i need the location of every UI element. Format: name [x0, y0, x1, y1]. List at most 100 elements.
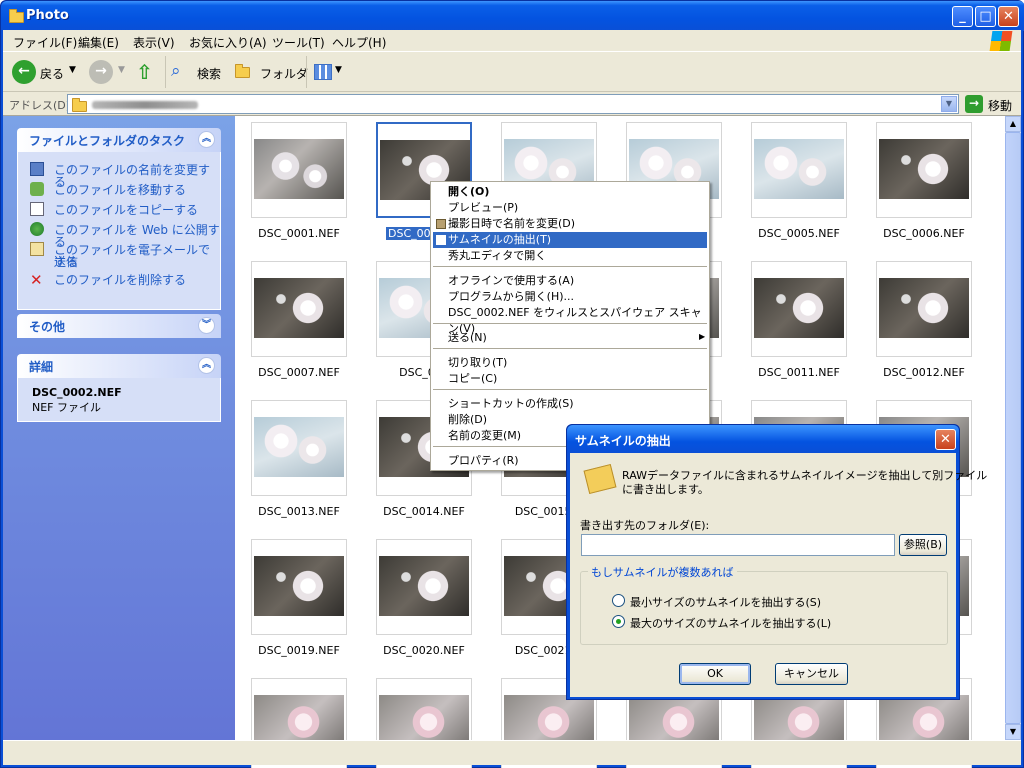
folder-input[interactable] — [581, 534, 895, 556]
thumbnail[interactable] — [251, 122, 347, 218]
details-panel-body: DSC_0002.NEF NEF ファイル — [17, 378, 221, 422]
menu-open-hidemaru[interactable]: 秀丸エディタで開く — [433, 248, 707, 264]
file-label[interactable]: DSC_0013.NEF — [239, 505, 359, 518]
thumbnail[interactable] — [751, 261, 847, 357]
search-icon[interactable]: ⌕ — [171, 61, 191, 81]
details-panel-header[interactable]: 詳細 ︽ — [17, 354, 221, 378]
file-label[interactable]: DSC_0020.NEF — [364, 644, 484, 657]
folders-button-label[interactable]: フォルダ — [260, 65, 308, 82]
menu-send-to[interactable]: 送る(N) — [433, 330, 707, 346]
dialog-title-bar[interactable]: サムネイルの抽出 ✕ — [567, 425, 959, 453]
photo-preview — [254, 417, 344, 477]
move-icon — [30, 182, 44, 196]
file-label[interactable]: DSC_0012.NEF — [864, 366, 984, 379]
scroll-thumb[interactable] — [1005, 132, 1021, 724]
menu-separator — [433, 389, 707, 390]
task-email[interactable]: このファイルを電子メールで送信 — [54, 244, 220, 268]
views-icon[interactable] — [314, 64, 332, 80]
status-bar — [3, 740, 1021, 765]
thumbnail[interactable] — [876, 122, 972, 218]
menu-edit[interactable]: 編集(E) — [78, 34, 119, 51]
tasks-panel: ファイルとフォルダのタスク ︽ このファイルの名前を変更する このファイルを移動す… — [17, 128, 221, 310]
file-label[interactable]: DSC_0007.NEF — [239, 366, 359, 379]
window-title: Photo — [26, 8, 69, 23]
up-folder-icon[interactable]: ⇧ — [136, 60, 156, 84]
thumbnail[interactable] — [751, 122, 847, 218]
task-email-cont[interactable]: する — [54, 256, 78, 268]
collapse-chevron-icon[interactable]: ︽ — [198, 357, 215, 374]
back-arrow-icon[interactable]: ← — [12, 60, 36, 84]
task-delete[interactable]: このファイルを削除する — [54, 274, 186, 286]
go-button-label[interactable]: 移動 — [988, 97, 1012, 114]
menu-favorites[interactable]: お気に入り(A) — [189, 34, 267, 51]
file-label[interactable]: DSC_0014.NEF — [364, 505, 484, 518]
file-label[interactable]: DSC_0001.NEF — [239, 227, 359, 240]
address-input[interactable]: ▼ — [67, 94, 959, 114]
menu-create-shortcut[interactable]: ショートカットの作成(S) — [433, 396, 707, 412]
folders-icon[interactable] — [235, 64, 250, 78]
file-label[interactable]: DSC_0006.NEF — [864, 227, 984, 240]
thumbnail[interactable] — [251, 400, 347, 496]
task-move[interactable]: このファイルを移動する — [54, 184, 186, 196]
radio-min-size[interactable] — [612, 594, 625, 607]
title-bar[interactable]: Photo _ □ ✕ — [1, 1, 1024, 31]
search-button-label[interactable]: 検索 — [197, 65, 221, 82]
file-label[interactable]: DSC_0019.NEF — [239, 644, 359, 657]
scroll-up-icon[interactable]: ▲ — [1005, 116, 1021, 132]
browse-button[interactable]: 参照(B) — [899, 534, 947, 556]
folder-label: 書き出す先のフォルダ(E): — [580, 519, 710, 532]
task-copy[interactable]: このファイルをコピーする — [54, 204, 198, 216]
menu-virus-scan[interactable]: DSC_0002.NEF をウィルスとスパイウェア スキャン(V) — [433, 305, 707, 335]
menu-extract-thumbnail[interactable]: サムネイルの抽出(T) — [433, 232, 707, 248]
scroll-down-icon[interactable]: ▼ — [1005, 724, 1021, 740]
file-label[interactable]: DSC_0011.NEF — [739, 366, 859, 379]
folder-icon — [9, 9, 24, 23]
thumbnail[interactable] — [376, 539, 472, 635]
menu-file[interactable]: ファイル(F) — [13, 34, 77, 51]
go-arrow-icon[interactable]: → — [965, 95, 983, 113]
menu-tools[interactable]: ツール(T) — [272, 34, 325, 51]
tasks-panel-header[interactable]: ファイルとフォルダのタスク ︽ — [17, 128, 221, 152]
menu-rename-by-date[interactable]: 撮影日時で名前を変更(D) — [433, 216, 707, 232]
tasks-panel-body: このファイルの名前を変更する このファイルを移動する このファイルをコピーする … — [17, 152, 221, 310]
menu-copy[interactable]: コピー(C) — [433, 371, 707, 387]
ok-button[interactable]: OK — [679, 663, 751, 685]
forward-arrow-icon[interactable]: → — [89, 60, 113, 84]
forward-dropdown-icon[interactable]: ▼ — [118, 65, 125, 75]
menu-preview[interactable]: プレビュー(P) — [433, 200, 707, 216]
address-bar: アドレス(D) ▼ → 移動 — [3, 92, 1021, 116]
email-icon — [30, 242, 44, 256]
radio-max-size-label[interactable]: 最大のサイズのサムネイルを抽出する(L) — [630, 615, 831, 631]
delete-x-icon: ✕ — [30, 271, 43, 289]
minimize-button[interactable]: _ — [952, 6, 973, 27]
radio-min-size-label[interactable]: 最小サイズのサムネイルを抽出する(S) — [630, 594, 821, 610]
photo-preview — [254, 278, 344, 338]
maximize-button[interactable]: □ — [975, 6, 996, 27]
photo-preview — [379, 556, 469, 616]
dialog-close-button[interactable]: ✕ — [935, 429, 956, 450]
cancel-button[interactable]: キャンセル — [775, 663, 848, 685]
thumbnail[interactable] — [876, 261, 972, 357]
back-button-label[interactable]: 戻る — [40, 65, 64, 82]
menu-help[interactable]: ヘルプ(H) — [332, 34, 386, 51]
address-dropdown-icon[interactable]: ▼ — [941, 96, 957, 112]
radio-max-size[interactable] — [612, 615, 625, 628]
other-panel-header[interactable]: その他 ︾ — [17, 314, 221, 338]
file-label[interactable]: DSC_0005.NEF — [739, 227, 859, 240]
menu-offline[interactable]: オフラインで使用する(A) — [433, 273, 707, 289]
expand-chevron-icon[interactable]: ︾ — [198, 317, 215, 334]
views-dropdown-icon[interactable]: ▼ — [335, 65, 342, 75]
dialog-body: RAWデータファイルに含まれるサムネイルイメージを抽出して別ファイル に書き出し… — [570, 453, 987, 697]
thumbnail[interactable] — [251, 539, 347, 635]
menu-view[interactable]: 表示(V) — [133, 34, 175, 51]
toolbar-divider — [306, 56, 307, 88]
menu-separator — [433, 348, 707, 349]
menu-open-with[interactable]: プログラムから開く(H)... — [433, 289, 707, 305]
vertical-scrollbar[interactable]: ▲ ▼ — [1005, 116, 1021, 740]
collapse-chevron-icon[interactable]: ︽ — [198, 131, 215, 148]
menu-open[interactable]: 開く(O) — [433, 184, 707, 200]
close-button[interactable]: ✕ — [998, 6, 1019, 27]
menu-cut[interactable]: 切り取り(T) — [433, 355, 707, 371]
thumbnail[interactable] — [251, 261, 347, 357]
back-dropdown-icon[interactable]: ▼ — [69, 65, 76, 75]
